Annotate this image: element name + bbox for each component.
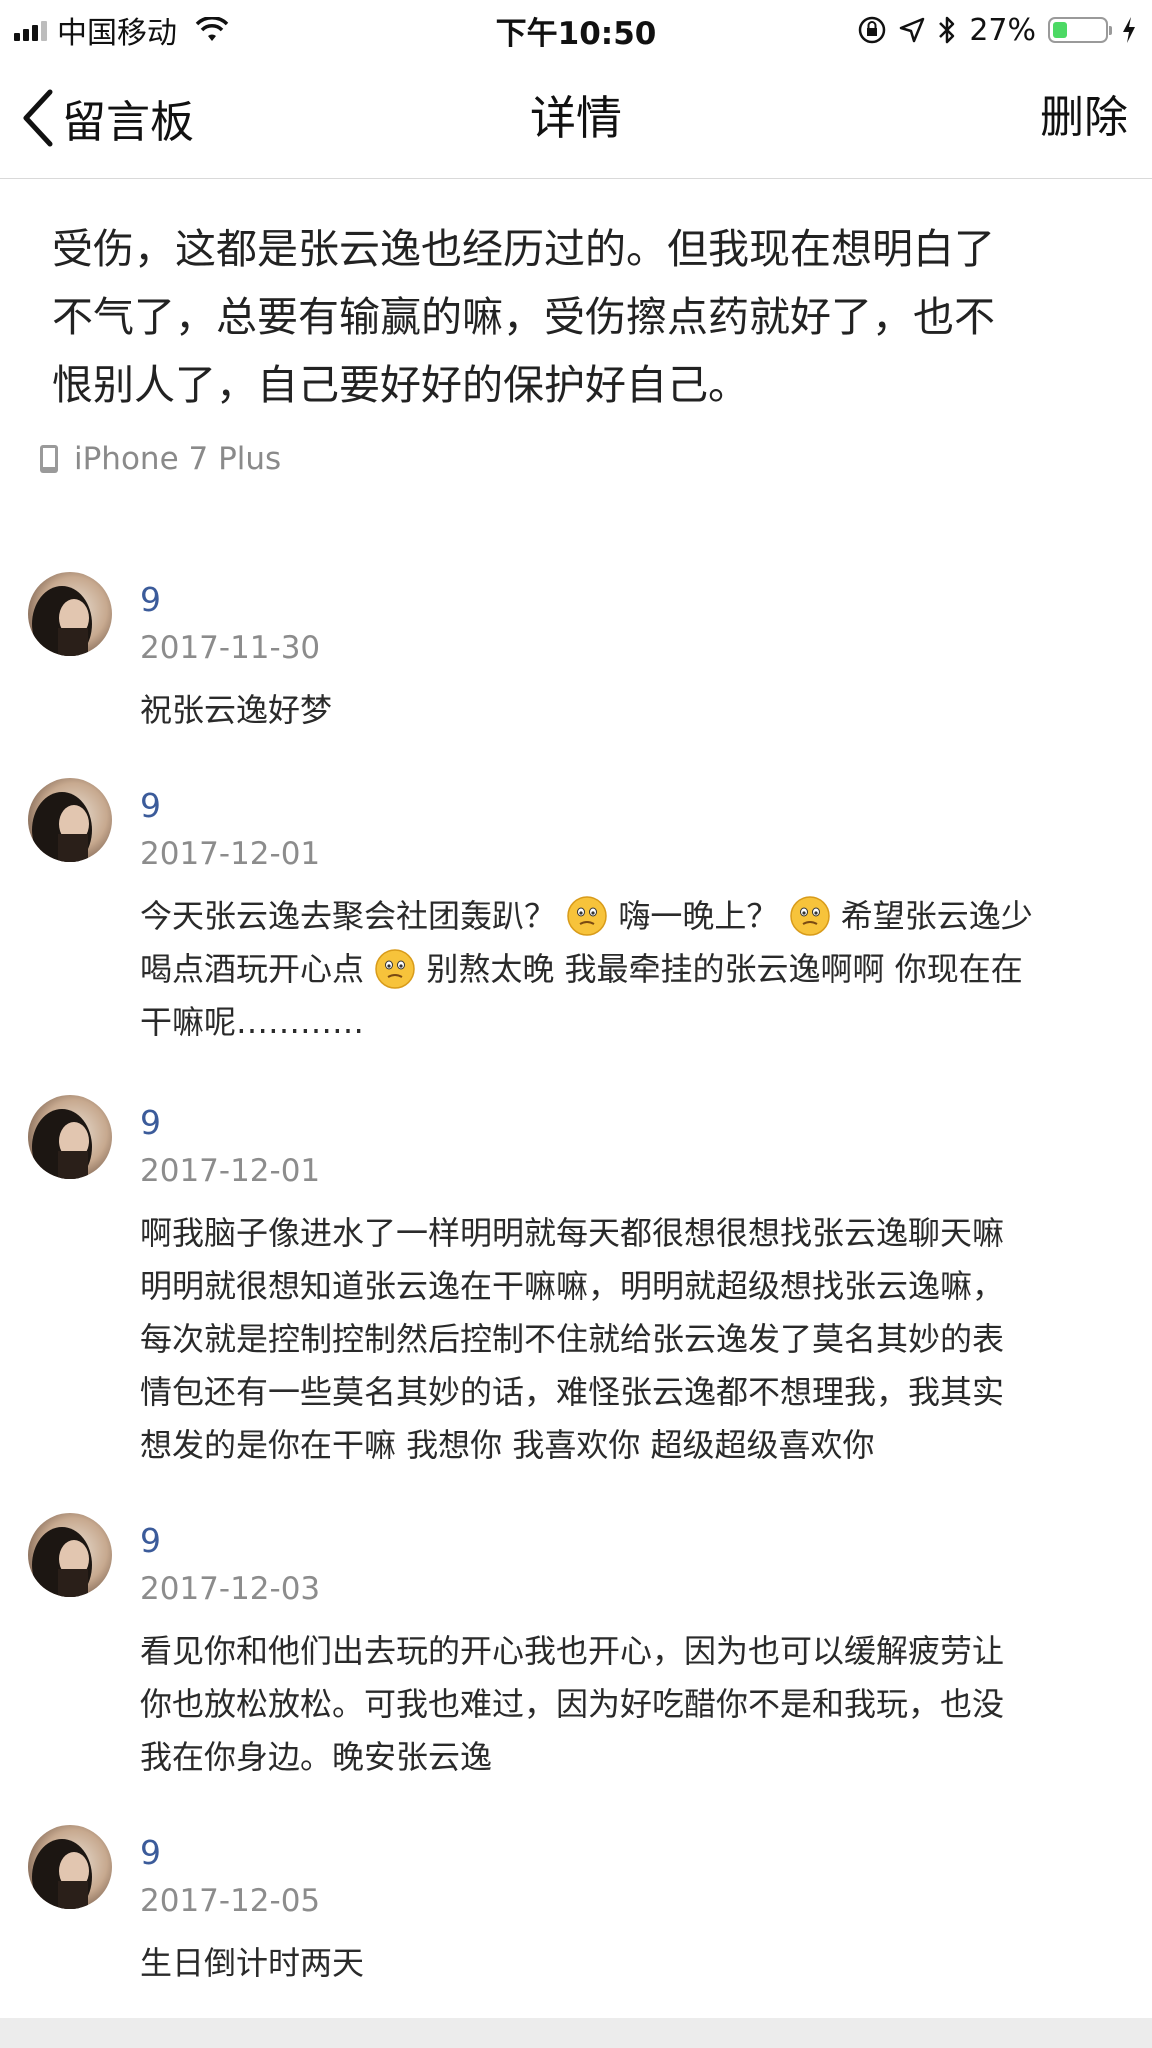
thinking-face-emoji [375, 949, 415, 989]
comment-text: 啊我脑子像进水了一样明明就每天都很想很想找张云逸聊天嘛 明明就很想知道张云逸在干… [140, 1207, 1120, 1472]
status-right: 27% [857, 10, 1138, 50]
back-label: 留言板 [62, 97, 194, 148]
comment-line: 生日倒计时两天 [140, 1944, 365, 1982]
comment-text: 看见你和他们出去玩的开心我也开心，因为也可以缓解疲劳让 你也放松放松。可我也难过… [140, 1625, 1120, 1784]
comment-line: 今天张云逸去聚会社团轰趴？ 嗨一晚上？ 希望张云逸少 [140, 890, 1120, 943]
orientation-lock-icon [859, 16, 886, 44]
bottom-toolbar-edge [0, 2018, 1152, 2048]
comment-line: 情包还有一些莫名其妙的话，难怪张云逸都不想理我，我其实 [140, 1373, 1005, 1411]
comment-fragment: 希望张云逸少 [840, 897, 1033, 935]
post-line: 受伤，这都是张云逸也经历过的。但我现在想明白了 [52, 225, 995, 273]
post-line: 不气了，总要有输赢的嘛，受伤擦点药就好了，也不 [52, 293, 995, 341]
comment-line: 啊我脑子像进水了一样明明就每天都很想很想找张云逸聊天嘛 [140, 1214, 1005, 1252]
comment-text: 生日倒计时两天 [140, 1937, 1120, 1990]
comment-line: 祝张云逸好梦 [140, 691, 333, 729]
nav-bar: 留言板 详情 删除 [0, 58, 1152, 179]
avatar[interactable] [28, 1825, 112, 1909]
bluetooth-icon [939, 16, 955, 44]
comment-date: 2017-12-01 [140, 1153, 321, 1189]
avatar[interactable] [28, 1513, 112, 1597]
avatar[interactable] [28, 1095, 112, 1179]
comment-line: 想发的是你在干嘛 我想你 我喜欢你 超级超级喜欢你 [140, 1426, 875, 1464]
comment-fragment: 喝点酒玩开心点 [140, 950, 365, 988]
avatar[interactable] [28, 778, 112, 862]
comment-line: 明明就很想知道张云逸在干嘛嘛，明明就超级想找张云逸嘛， [140, 1267, 1005, 1305]
post-line: 恨别人了，自己要好好的保护好自己。 [52, 361, 749, 409]
comment-line: 看见你和他们出去玩的开心我也开心，因为也可以缓解疲劳让 [140, 1632, 1005, 1670]
status-bar: 中国移动 下午10:50 27% [0, 0, 1152, 58]
comment-author[interactable]: 9 [140, 580, 161, 619]
comment-date: 2017-12-01 [140, 836, 321, 872]
charging-bolt-icon [1123, 17, 1135, 43]
back-button[interactable]: 留言板 [20, 58, 194, 178]
comment-date: 2017-12-03 [140, 1571, 321, 1607]
comment-fragment: 别熬太晚 我最牵挂的张云逸啊啊 你现在在 [426, 950, 1023, 988]
battery-percent: 27% [969, 12, 1036, 48]
battery-fill [1053, 22, 1067, 38]
comment-author[interactable]: 9 [140, 1103, 161, 1142]
comment-line: 我在你身边。晚安张云逸 [140, 1738, 493, 1776]
location-icon [900, 17, 925, 43]
comment-text: 祝张云逸好梦 [140, 684, 1120, 737]
comment-line: 干嘛呢………… [140, 1003, 365, 1041]
device-label: iPhone 7 Plus [74, 441, 282, 477]
device-source: iPhone 7 Plus [38, 438, 281, 480]
comment-fragment: 今天张云逸去聚会社团轰趴？ [140, 897, 557, 935]
thinking-face-emoji [789, 896, 830, 936]
comment-author[interactable]: 9 [140, 1833, 161, 1872]
comment-author[interactable]: 9 [140, 786, 161, 825]
comment-date: 2017-12-05 [140, 1883, 321, 1919]
post-body: 受伤，这都是张云逸也经历过的。但我现在想明白了 不气了，总要有输赢的嘛，受伤擦点… [52, 150, 1112, 419]
delete-button[interactable]: 删除 [1040, 58, 1128, 178]
comment-author[interactable]: 9 [140, 1521, 161, 1560]
comment-line: 你也放松放松。可我也难过，因为好吃醋你不是和我玩，也没 [140, 1685, 1005, 1723]
comment-line: 喝点酒玩开心点 别熬太晚 我最牵挂的张云逸啊啊 你现在在 [140, 943, 1120, 996]
comment-date: 2017-11-30 [140, 630, 321, 666]
comment-line: 每次就是控制控制然后控制不住就给张云逸发了莫名其妙的表 [140, 1320, 1005, 1358]
phone-icon [40, 445, 58, 473]
battery-icon [1048, 17, 1112, 43]
comment-fragment: 嗨一晚上？ [618, 897, 779, 935]
comment-text: 今天张云逸去聚会社团轰趴？ 嗨一晚上？ 希望张云逸少 喝点酒玩开心点 别熬太晚 … [140, 890, 1120, 1049]
avatar[interactable] [28, 572, 112, 656]
chevron-left-icon [23, 89, 53, 147]
thinking-face-emoji [567, 896, 607, 936]
